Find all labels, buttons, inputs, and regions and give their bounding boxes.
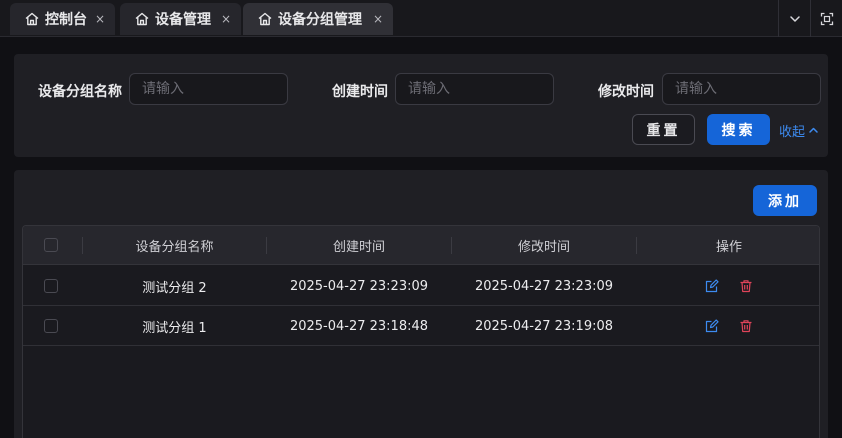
edit-icon[interactable] <box>705 279 719 293</box>
chevron-up-icon <box>808 125 819 136</box>
actions-cell <box>637 306 819 346</box>
reset-button[interactable]: 重置 <box>632 114 695 145</box>
group-name-cell: 测试分组 1 <box>142 320 207 336</box>
home-icon <box>134 11 150 27</box>
search-button[interactable]: 搜索 <box>707 114 770 145</box>
home-icon <box>257 11 273 27</box>
modified-time-label: 修改时间 <box>598 84 654 100</box>
modified-time-cell: 2025-04-27 23:19:08 <box>474 318 614 334</box>
created-time-input[interactable] <box>395 73 554 105</box>
close-icon[interactable]: × <box>221 12 231 26</box>
tab-label: 设备管理 <box>155 12 211 28</box>
tab-bar: 控制台 × 设备管理 × 设备分组管理 × <box>0 0 842 37</box>
fullscreen-button[interactable] <box>810 0 842 37</box>
created-time-cell: 2025-04-27 23:18:48 <box>289 318 429 334</box>
chevron-down-icon <box>788 12 802 26</box>
fullscreen-icon <box>820 12 834 26</box>
delete-icon[interactable] <box>739 279 753 293</box>
delete-icon[interactable] <box>739 319 753 333</box>
table-row: 测试分组 2 2025-04-27 23:23:09 2025-04-27 23… <box>23 266 819 306</box>
tab-device-management[interactable]: 设备管理 × <box>120 3 241 35</box>
tab-console[interactable]: 控制台 × <box>10 3 115 35</box>
close-icon[interactable]: × <box>373 12 383 26</box>
tab-dropdown-button[interactable] <box>778 0 810 37</box>
home-icon <box>24 11 40 27</box>
group-name-label: 设备分组名称 <box>38 84 122 100</box>
tab-device-group-management[interactable]: 设备分组管理 × <box>243 3 393 35</box>
created-time-cell: 2025-04-27 23:23:09 <box>289 278 429 294</box>
modified-time-input[interactable] <box>662 73 821 105</box>
tab-label: 设备分组管理 <box>278 12 362 28</box>
column-header-created-time[interactable]: 创建时间 <box>267 226 451 265</box>
column-header-group-name[interactable]: 设备分组名称 <box>83 226 266 265</box>
close-icon[interactable]: × <box>95 12 105 26</box>
collapse-toggle[interactable]: 收起 <box>779 121 819 140</box>
content-panel: 添加 设备分组名称 创建时间 修改时间 操作 测试分组 2 2025-04-27… <box>14 170 828 438</box>
collapse-label: 收起 <box>779 125 806 140</box>
modified-time-cell: 2025-04-27 23:23:09 <box>474 278 614 294</box>
table-header: 设备分组名称 创建时间 修改时间 操作 <box>23 226 819 265</box>
group-table: 设备分组名称 创建时间 修改时间 操作 测试分组 2 2025-04-27 23… <box>22 225 820 438</box>
row-checkbox[interactable] <box>44 319 58 333</box>
search-panel: 设备分组名称 创建时间 修改时间 重置 搜索 收起 <box>14 54 828 157</box>
column-header-modified-time[interactable]: 修改时间 <box>452 226 636 265</box>
row-checkbox[interactable] <box>44 279 58 293</box>
add-button[interactable]: 添加 <box>753 185 817 216</box>
table-row: 测试分组 1 2025-04-27 23:18:48 2025-04-27 23… <box>23 306 819 346</box>
group-name-input[interactable] <box>129 73 288 105</box>
tab-label: 控制台 <box>45 12 87 28</box>
group-name-cell: 测试分组 2 <box>142 280 207 296</box>
edit-icon[interactable] <box>705 319 719 333</box>
select-all-checkbox[interactable] <box>44 238 58 252</box>
column-header-actions: 操作 <box>715 240 742 255</box>
created-time-label: 创建时间 <box>332 84 388 100</box>
actions-cell <box>637 266 819 306</box>
